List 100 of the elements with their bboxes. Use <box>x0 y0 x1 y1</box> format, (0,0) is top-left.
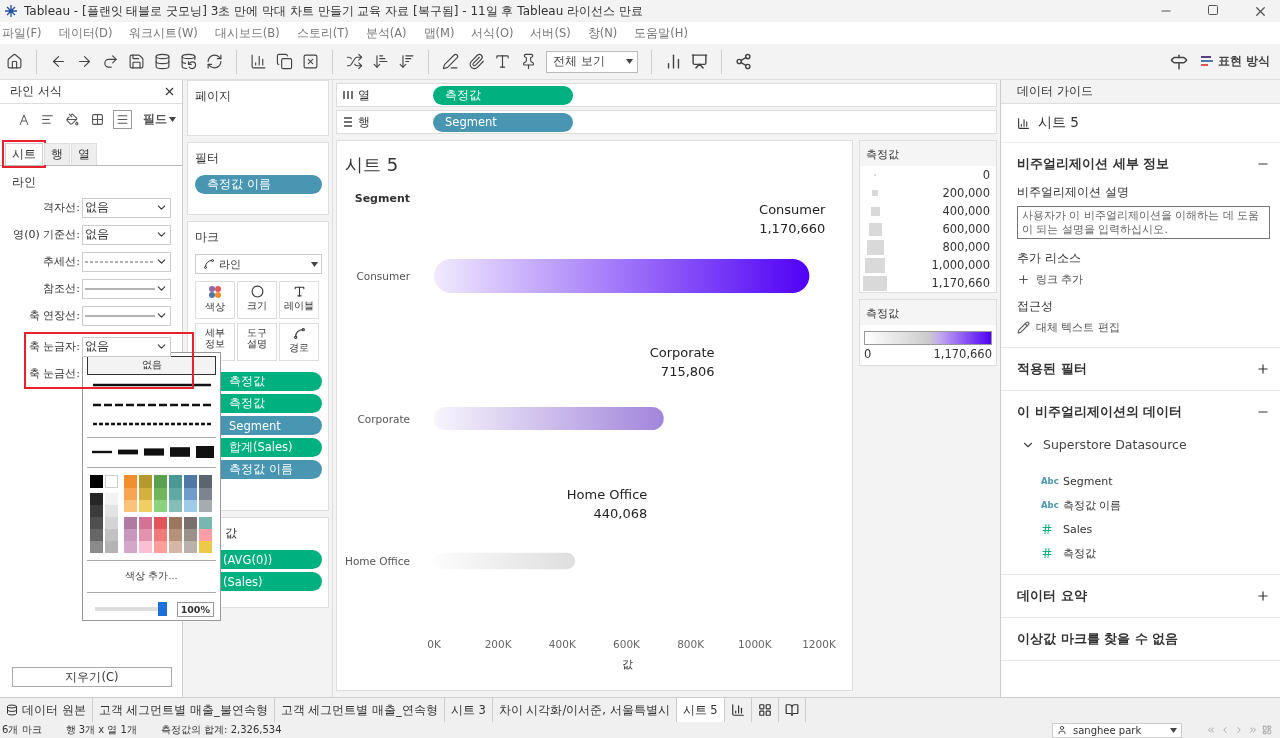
menu-item[interactable]: 도움말(H) <box>634 25 688 41</box>
new-story-icon[interactable] <box>784 703 799 717</box>
new-worksheet-icon[interactable] <box>250 53 267 70</box>
tab[interactable]: 행 <box>44 143 70 165</box>
add-link[interactable]: 링크 추가 <box>1036 272 1084 287</box>
mark-button[interactable]: 색상 <box>195 281 235 319</box>
color-swatch[interactable] <box>139 500 152 513</box>
color-swatch[interactable] <box>199 475 212 489</box>
new-dashboard-icon[interactable] <box>757 703 772 717</box>
color-swatch[interactable] <box>124 529 137 542</box>
color-swatch[interactable] <box>124 488 137 501</box>
refresh-icon[interactable] <box>206 53 223 70</box>
new-sheet-icon[interactable] <box>730 703 745 717</box>
menu-item[interactable]: 맵(M) <box>423 25 455 41</box>
mark-button[interactable]: 레이블 <box>279 281 319 319</box>
line-style-dropdown[interactable] <box>82 251 171 272</box>
color-swatch[interactable] <box>90 493 103 506</box>
clear-sheet-icon[interactable] <box>302 53 319 70</box>
color-swatch[interactable] <box>169 541 182 554</box>
line-style-dropdown[interactable] <box>82 278 171 299</box>
color-swatch[interactable] <box>139 488 152 501</box>
line-style-dropdown[interactable] <box>82 305 171 326</box>
shading-icon[interactable] <box>66 113 79 126</box>
color-swatch[interactable] <box>139 517 152 530</box>
mark-type-dropdown[interactable]: 라인 <box>195 254 322 274</box>
line-weight-option[interactable] <box>91 451 112 454</box>
color-swatch[interactable] <box>105 541 118 554</box>
color-swatch[interactable] <box>105 505 118 518</box>
menu-item[interactable]: 스토리(T) <box>296 25 349 41</box>
color-swatch[interactable] <box>124 517 137 530</box>
color-swatch[interactable] <box>90 517 103 530</box>
color-swatch[interactable] <box>139 529 152 542</box>
color-swatch[interactable] <box>154 475 167 489</box>
home-icon[interactable] <box>6 53 23 70</box>
show-me-button[interactable]: 표현 방식 <box>1196 50 1274 73</box>
color-swatch[interactable] <box>199 541 212 554</box>
menu-item[interactable]: 서식(O) <box>471 25 514 41</box>
color-swatch[interactable] <box>105 493 118 506</box>
tab[interactable]: 시트 <box>5 143 43 165</box>
dropdown-field[interactable]: 없음 <box>82 197 171 218</box>
color-swatch[interactable] <box>184 475 197 489</box>
color-swatch[interactable] <box>154 517 167 530</box>
color-swatch[interactable] <box>184 500 197 513</box>
menu-item[interactable]: 분석(A) <box>365 25 407 41</box>
color-swatch[interactable] <box>124 475 137 489</box>
data-source-name[interactable]: Superstore Datasource <box>1043 437 1187 452</box>
previous-icon[interactable] <box>1220 725 1230 735</box>
color-swatch[interactable] <box>199 517 212 530</box>
color-swatch[interactable] <box>169 500 182 513</box>
color-swatch[interactable] <box>124 541 137 554</box>
save-icon[interactable] <box>128 53 145 70</box>
pin-icon[interactable] <box>520 53 537 70</box>
menu-item[interactable]: 파일(F) <box>2 25 42 41</box>
last-page-icon[interactable] <box>1248 725 1258 735</box>
color-swatch[interactable] <box>90 505 103 518</box>
color-swatch[interactable] <box>169 517 182 530</box>
line-weight-option[interactable] <box>169 447 190 458</box>
fit-dropdown[interactable]: 전체 보기 <box>546 50 638 73</box>
color-swatch[interactable] <box>90 541 103 554</box>
line-weight-option[interactable] <box>117 450 138 455</box>
grid-view-icon[interactable] <box>1262 725 1272 735</box>
borders-icon[interactable] <box>91 113 104 126</box>
close-icon[interactable] <box>163 85 176 98</box>
user-dropdown[interactable]: sanghee park <box>1052 722 1182 738</box>
menu-item[interactable]: 대시보드(B) <box>214 25 280 41</box>
forward-icon[interactable] <box>76 53 93 70</box>
tab[interactable]: 열 <box>71 143 97 165</box>
color-swatch[interactable] <box>154 500 167 513</box>
menu-item[interactable]: 데이터(D) <box>58 25 113 41</box>
expand-icon[interactable] <box>1256 362 1270 376</box>
expand-icon[interactable] <box>1256 589 1270 603</box>
sort-descending-icon[interactable] <box>398 53 415 70</box>
color-swatch[interactable] <box>154 488 167 501</box>
duplicate-icon[interactable] <box>276 53 293 70</box>
font-icon[interactable] <box>19 113 29 126</box>
color-swatch[interactable] <box>199 500 212 513</box>
color-swatch[interactable] <box>169 529 182 542</box>
mark-button[interactable]: 도구 설명 <box>237 323 277 361</box>
text-icon[interactable] <box>494 53 511 70</box>
color-swatch[interactable] <box>184 488 197 501</box>
alignment-icon[interactable] <box>41 113 54 126</box>
share-icon[interactable] <box>735 53 752 70</box>
new-data-source-icon[interactable] <box>154 53 171 70</box>
fields-button[interactable]: 필드 <box>143 112 176 127</box>
color-swatch[interactable] <box>124 500 137 513</box>
color-swatch[interactable] <box>184 529 197 542</box>
menu-item[interactable]: 서버(S) <box>530 25 571 41</box>
presentation-icon[interactable] <box>691 53 708 70</box>
mark-button[interactable]: 경로 <box>279 323 319 361</box>
color-swatch[interactable] <box>199 529 212 542</box>
color-swatch[interactable] <box>139 541 152 554</box>
color-swatch[interactable] <box>199 488 212 501</box>
color-swatch[interactable] <box>184 517 197 530</box>
line-option[interactable]: 없음 <box>87 356 216 376</box>
signpost-icon[interactable] <box>1169 52 1188 71</box>
lines-icon[interactable] <box>116 113 129 126</box>
menu-item[interactable]: 워크시트(W) <box>129 25 198 41</box>
next-icon[interactable] <box>1234 725 1244 735</box>
line-weight-option[interactable] <box>143 448 164 457</box>
color-swatch[interactable] <box>90 475 103 489</box>
